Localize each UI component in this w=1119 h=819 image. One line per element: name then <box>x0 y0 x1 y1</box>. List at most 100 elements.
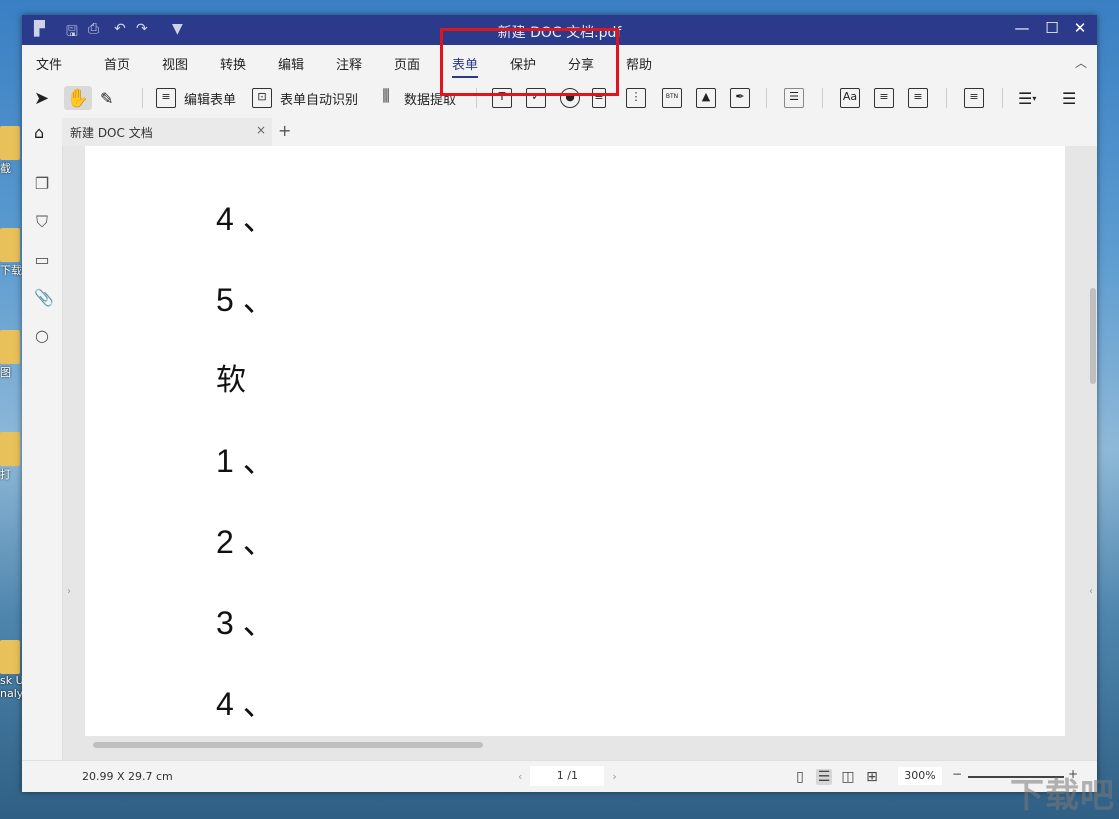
new-tab-button[interactable]: + <box>278 121 291 140</box>
import-data-button[interactable]: ≡ <box>874 86 902 110</box>
minimize-button[interactable]: — <box>1007 19 1037 37</box>
form-properties-icon: ☰ <box>784 88 804 108</box>
bookmark-icon[interactable]: ⛉ <box>34 212 50 231</box>
desktop-icon[interactable]: 截 <box>0 126 22 176</box>
form-properties-button[interactable]: ☰ <box>784 86 812 110</box>
left-sidebar: ❐ ⛉ ▭ 📎 ○ <box>22 146 63 761</box>
next-page-icon[interactable]: › <box>612 770 616 783</box>
expand-right-panel-icon[interactable]: ‹ <box>1089 586 1093 597</box>
chevron-down-icon: ▾ <box>1032 93 1037 103</box>
menu-edit[interactable]: 编辑 <box>278 54 304 73</box>
image-field-button[interactable]: ▲ <box>696 86 724 110</box>
menu-file[interactable]: 文件 <box>36 54 62 73</box>
push-button-tool[interactable]: BTN <box>662 86 690 110</box>
desktop-icon[interactable]: 打 <box>0 432 22 482</box>
edit-form-icon: ≡ <box>156 88 176 108</box>
folder-icon <box>0 640 20 674</box>
desktop-icon-label: 截 <box>0 162 11 175</box>
align-left-icon: ☰ <box>1018 88 1033 108</box>
select-tool-button[interactable]: ➤ <box>34 86 49 110</box>
close-button[interactable]: ✕ <box>1065 19 1095 37</box>
export-data-icon: ≡ <box>908 88 928 108</box>
continuous-view-icon[interactable]: ☰ <box>816 769 832 785</box>
comments-icon[interactable]: ▭ <box>34 250 50 269</box>
auto-recognize-icon: ⊡ <box>252 88 272 108</box>
thumbnails-icon[interactable]: ❐ <box>34 174 50 193</box>
align-dropdown-button[interactable]: ☰ ▾ <box>1018 86 1036 110</box>
folder-icon <box>0 330 20 364</box>
vertical-scrollbar[interactable] <box>1090 288 1096 384</box>
hand-icon: ✋ <box>66 87 90 109</box>
list-box-button[interactable]: ⋮ <box>626 86 654 110</box>
collapse-ribbon-icon[interactable]: ︿ <box>1075 54 1087 71</box>
signature-field-button[interactable]: ✒ <box>730 86 758 110</box>
menu-view[interactable]: 视图 <box>162 54 188 73</box>
two-page-continuous-view-icon[interactable]: ⊞ <box>864 769 880 785</box>
desktop-icon[interactable]: 下载 <box>0 228 22 278</box>
hand-tool-button[interactable]: ✋ <box>64 86 92 110</box>
pdf-page: 4 、 5 、 软 1 、 2 、 3 、 4 、 <box>85 146 1065 736</box>
toolbar-divider <box>822 88 823 108</box>
attachment-icon[interactable]: 📎 <box>34 288 54 307</box>
document-tab-label: 新建 DOC 文档 <box>70 126 153 140</box>
data-extract-icon: ⫼ <box>382 86 390 105</box>
desktop-icon[interactable]: 图 <box>0 330 22 380</box>
menu-home[interactable]: 首页 <box>104 54 130 73</box>
import-data-icon: ≡ <box>874 88 894 108</box>
distribute-button[interactable]: ☰ <box>1062 86 1076 110</box>
document-text-line: 软 <box>216 363 246 398</box>
menu-help[interactable]: 帮助 <box>626 54 652 73</box>
page-dimensions: 20.99 X 29.7 cm <box>82 770 173 783</box>
recognize-text-icon: Aa <box>840 88 860 108</box>
auto-recognize-button[interactable]: ⊡ 表单自动识别 <box>252 86 358 110</box>
document-text-line: 4 、 <box>216 201 275 237</box>
edit-form-button[interactable]: ≡ 编辑表单 <box>156 86 236 110</box>
expand-left-panel-icon[interactable]: › <box>67 586 71 597</box>
document-text-line: 2 、 <box>216 524 275 560</box>
search-icon[interactable]: ○ <box>34 326 50 345</box>
toolbar-divider <box>1002 88 1003 108</box>
toolbar-divider <box>766 88 767 108</box>
pencil-box-icon: ✎ <box>100 88 114 108</box>
document-canvas[interactable]: › 4 、 5 、 软 1 、 2 、 3 、 4 、 ‹ <box>63 146 1097 761</box>
zoom-level[interactable]: 300% <box>898 767 942 785</box>
maximize-button[interactable]: ☐ <box>1037 19 1067 37</box>
document-tab[interactable]: 新建 DOC 文档 × <box>62 118 272 148</box>
close-tab-icon[interactable]: × <box>256 123 266 137</box>
recognize-text-button[interactable]: Aa <box>840 86 868 110</box>
folder-icon <box>0 228 20 262</box>
single-page-view-icon[interactable]: ▯ <box>792 769 808 785</box>
previous-page-icon[interactable]: ‹ <box>518 770 522 783</box>
horizontal-scrollbar[interactable] <box>93 742 483 748</box>
desktop-icon-label: sk U <box>0 674 22 687</box>
two-page-view-icon[interactable]: ◫ <box>840 769 856 785</box>
highlight-box <box>440 28 619 96</box>
auto-recognize-label: 表单自动识别 <box>280 92 359 108</box>
edit-tool-button[interactable]: ✎ <box>100 86 113 110</box>
image-field-icon: ▲ <box>696 88 716 108</box>
toolbar-divider <box>946 88 947 108</box>
menu-comment[interactable]: 注释 <box>336 54 362 73</box>
document-text-line: 3 、 <box>216 605 275 641</box>
export-data-button[interactable]: ≡ <box>908 86 936 110</box>
folder-icon <box>0 126 20 160</box>
distribute-icon: ☰ <box>1062 88 1077 108</box>
folder-icon <box>0 432 20 466</box>
zoom-out-button[interactable]: − <box>952 767 962 781</box>
signature-icon: ✒ <box>730 88 750 108</box>
document-text-line: 4 、 <box>216 686 275 722</box>
button-field-icon: BTN <box>662 88 682 108</box>
menu-convert[interactable]: 转换 <box>220 54 246 73</box>
list-box-icon: ⋮ <box>626 88 646 108</box>
clear-form-button[interactable]: ≡ <box>964 86 992 110</box>
page-number-input[interactable]: 1 /1 <box>530 766 605 786</box>
desktop-icon-label: 下载 <box>0 264 22 277</box>
site-watermark: 下载吧 <box>1010 776 1115 816</box>
app-window: ▛ 🖫 ⎙ ↶ ↷ ▼ 新建 DOC 文档.pdf — ☐ ✕ 文件 首页 视图… <box>22 15 1097 792</box>
toolbar-divider <box>142 88 143 108</box>
status-bar: 20.99 X 29.7 cm ‹ 1 /1 › ▯ ☰ ◫ ⊞ 300% − … <box>22 760 1097 792</box>
edit-form-label: 编辑表单 <box>184 92 237 108</box>
home-icon[interactable]: ⌂ <box>34 123 44 142</box>
menu-page[interactable]: 页面 <box>394 54 420 73</box>
desktop-icon[interactable]: sk U naly <box>0 640 22 700</box>
